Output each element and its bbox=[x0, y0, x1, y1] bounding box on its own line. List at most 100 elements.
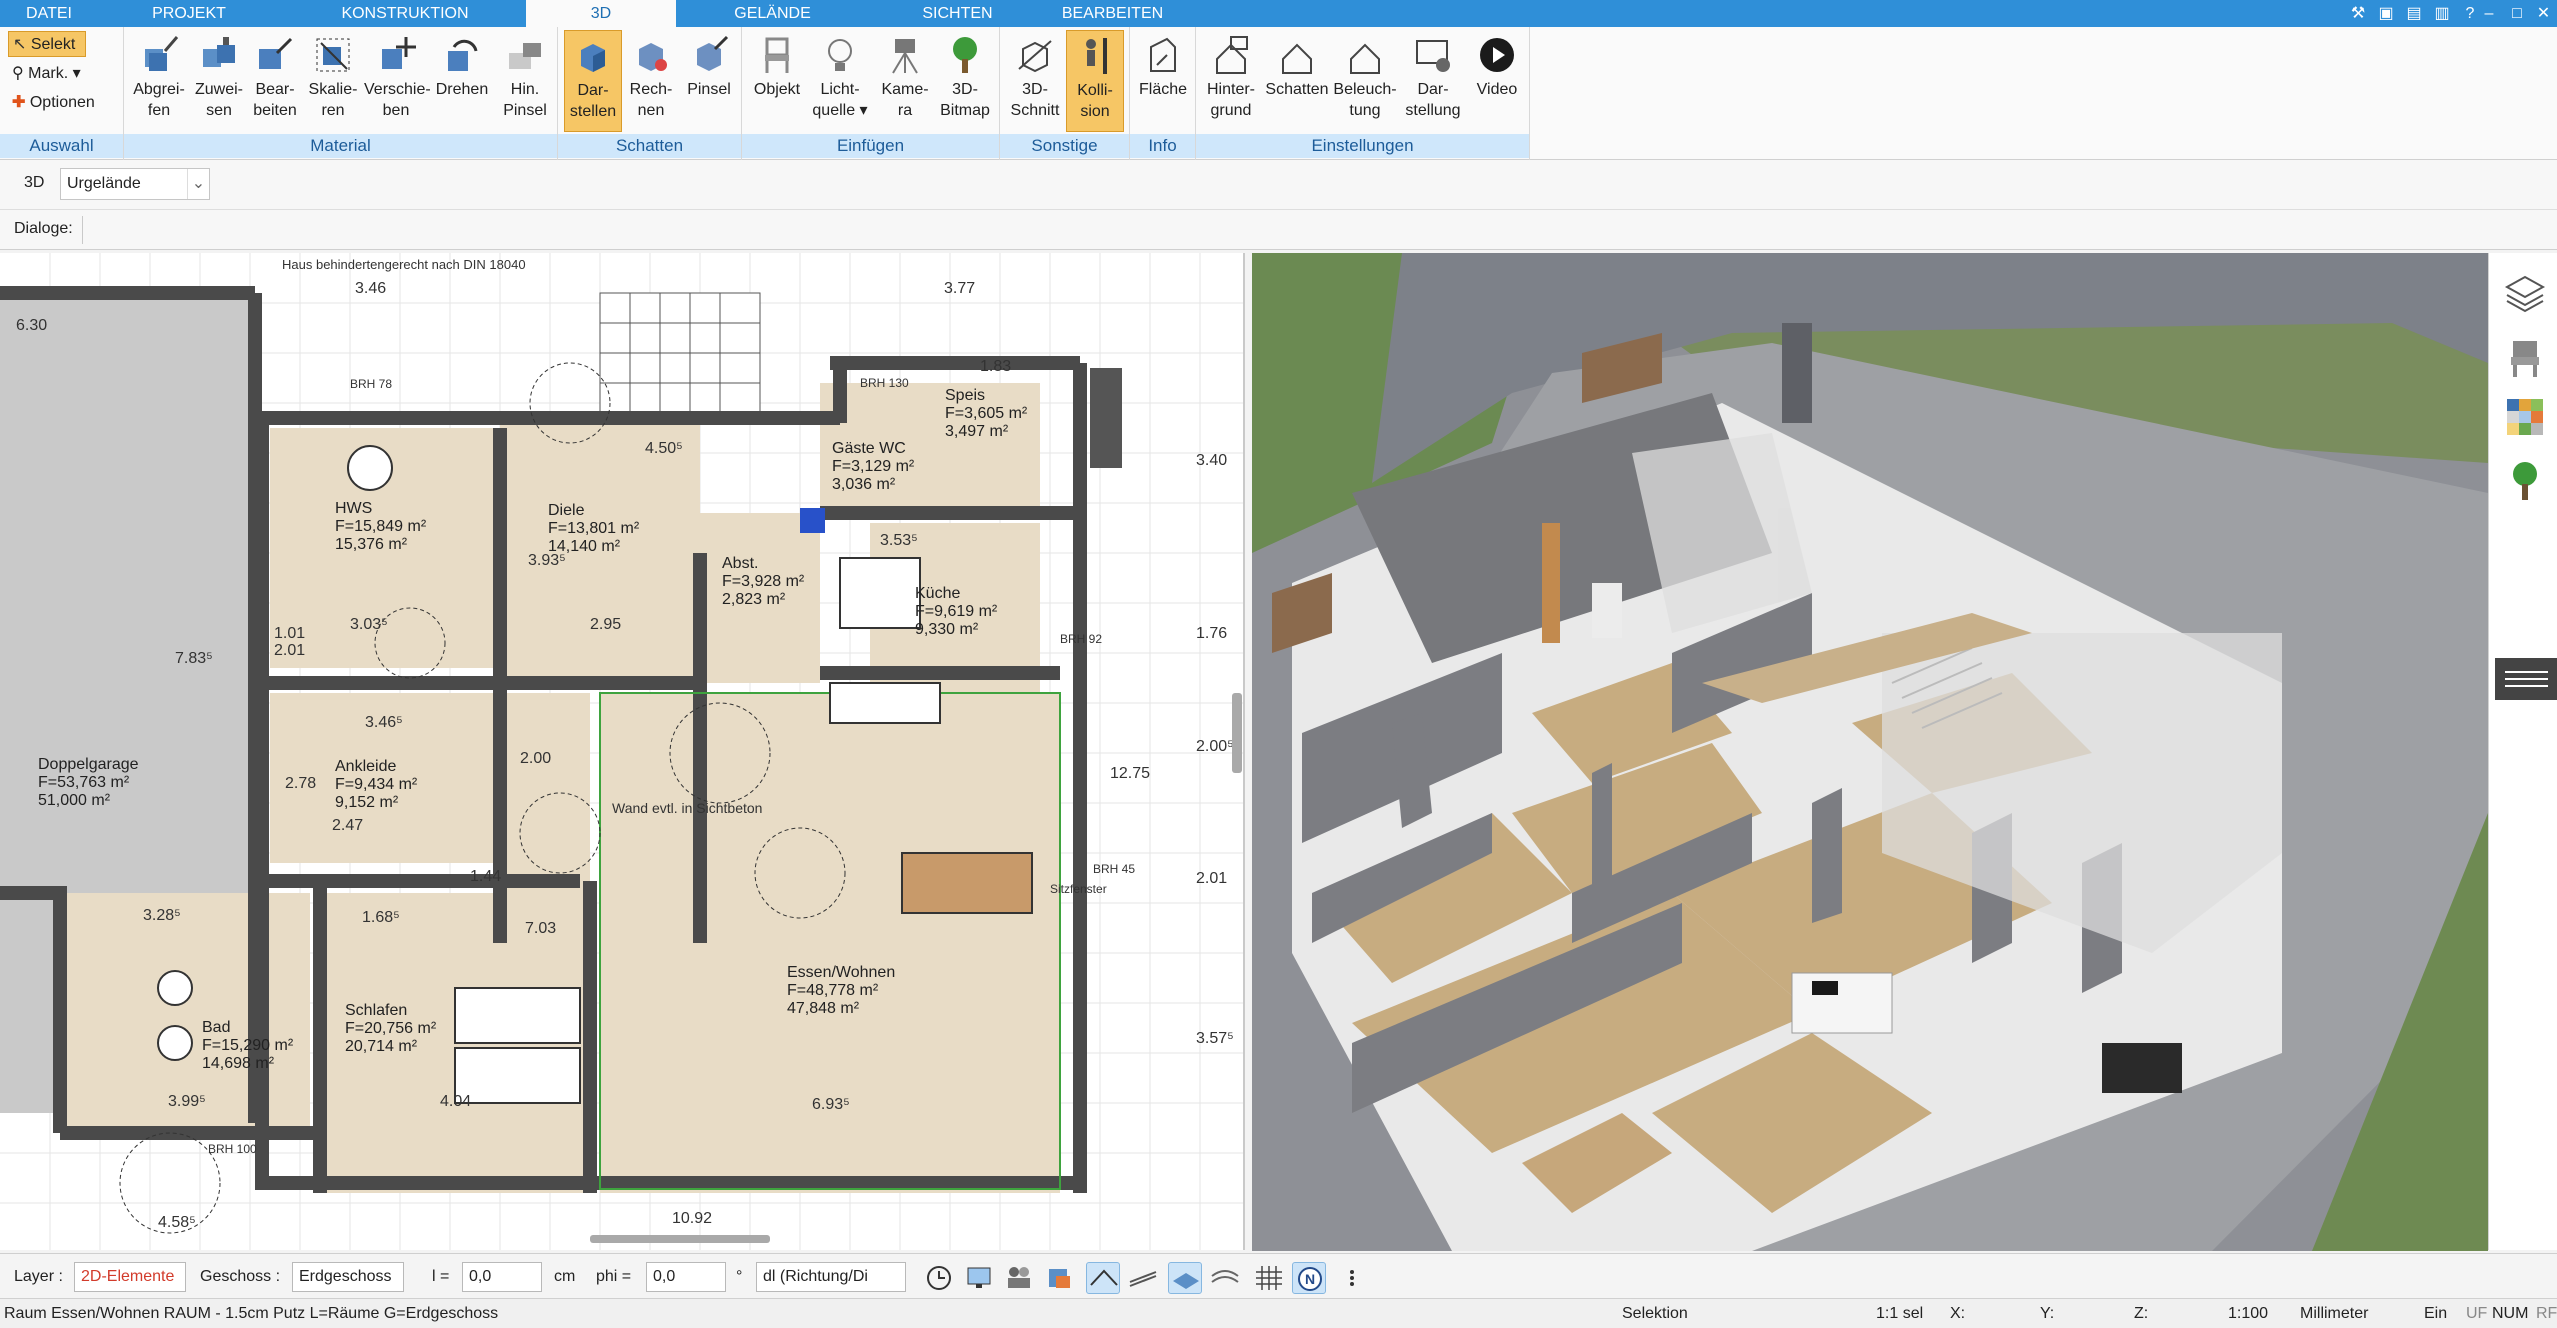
tab-konstruktion[interactable]: KONSTRUKTION bbox=[300, 0, 510, 27]
room-area: F=48,778 m² bbox=[787, 982, 879, 999]
stove bbox=[2102, 1043, 2182, 1093]
room-name: HWS bbox=[335, 500, 372, 517]
brush-button[interactable]: Hin. Pinsel bbox=[496, 30, 554, 132]
storey-select[interactable]: Erdgeschoss bbox=[292, 1262, 404, 1292]
grid-icon[interactable] bbox=[1252, 1262, 1286, 1294]
label-line2: Schnitt bbox=[1010, 102, 1060, 119]
wall-icon[interactable] bbox=[1126, 1262, 1160, 1294]
floor-plan-view[interactable]: HWS F=15,849 m² 15,376 m² Diele F=13,801… bbox=[0, 253, 1245, 1250]
status-rf: RF bbox=[2536, 1305, 2557, 1322]
dimension: 4.58⁵ bbox=[158, 1214, 196, 1231]
cursor-icon: ↖ bbox=[13, 36, 27, 53]
status-uf: UF bbox=[2466, 1305, 2488, 1322]
monitor-icon[interactable] bbox=[962, 1262, 996, 1294]
clock-icon[interactable] bbox=[922, 1262, 956, 1294]
dimension: 3.03⁵ bbox=[350, 616, 388, 633]
shadow-settings-button[interactable]: Schatten bbox=[1264, 30, 1330, 132]
material-palette-icon[interactable] bbox=[2503, 395, 2547, 439]
tree-icon[interactable] bbox=[2503, 458, 2547, 502]
storey-value: Erdgeschoss bbox=[299, 1268, 392, 1285]
options-button[interactable]: ✚ Optionen bbox=[8, 90, 118, 116]
floor-plan-drawing[interactable]: HWS F=15,849 m² 15,376 m² Diele F=13,801… bbox=[0, 253, 1245, 1250]
tools-icon[interactable]: ⚒ bbox=[2345, 0, 2371, 27]
tab-gelaende[interactable]: GELÄNDE bbox=[690, 0, 855, 27]
dimension: 7.03 bbox=[525, 920, 556, 937]
room-area-2: 14,698 m² bbox=[202, 1055, 275, 1072]
mark-icon: ⚲ bbox=[12, 65, 24, 82]
close-button[interactable]: ✕ bbox=[2530, 0, 2557, 27]
mark-button[interactable]: ⚲ Mark. ▾ bbox=[8, 61, 104, 87]
label-line1: Drehen bbox=[435, 81, 489, 98]
length-unit: cm bbox=[554, 1268, 576, 1285]
horizontal-scrollbar[interactable] bbox=[590, 1235, 770, 1243]
3d-scene[interactable] bbox=[1252, 253, 2488, 1251]
3d-view[interactable] bbox=[1252, 253, 2488, 1251]
room-area: F=3,928 m² bbox=[722, 573, 805, 590]
rotate-material-button[interactable]: Drehen bbox=[432, 30, 492, 132]
3d-bitmap-button[interactable]: 3D- Bitmap bbox=[936, 30, 994, 132]
group-sonstige: 3D- Schnitt Kolli-sion Sonstige bbox=[1000, 27, 1130, 160]
label-line1: Kame- bbox=[881, 81, 929, 98]
object-icon[interactable] bbox=[1042, 1262, 1076, 1294]
chair-icon[interactable] bbox=[2503, 335, 2547, 379]
direction-select[interactable]: dl (Richtung/Di bbox=[756, 1262, 906, 1292]
assign-material-button[interactable]: Zuwei-sen bbox=[190, 30, 248, 132]
collision-button[interactable]: Kolli-sion bbox=[1066, 30, 1124, 132]
edit-material-button[interactable]: Bear-beiten bbox=[246, 30, 304, 132]
maximize-button[interactable]: □ bbox=[2504, 0, 2530, 27]
lighting-icon bbox=[1350, 43, 1380, 74]
room-name: Diele bbox=[548, 502, 585, 519]
length-input[interactable]: 0,0 bbox=[462, 1262, 542, 1292]
3d-section-button[interactable]: 3D- Schnitt bbox=[1006, 30, 1064, 132]
video-button[interactable]: Video bbox=[1468, 30, 1526, 132]
dimension: 2.00 bbox=[520, 750, 551, 767]
dimension: 3.40 bbox=[1196, 452, 1227, 469]
cooktop bbox=[1812, 981, 1838, 995]
more-icon[interactable] bbox=[1342, 1262, 1362, 1294]
terrain-icon[interactable] bbox=[1208, 1262, 1242, 1294]
select-button[interactable]: ↖ Selekt bbox=[8, 31, 86, 57]
vertical-scrollbar[interactable] bbox=[1232, 693, 1242, 773]
kitchen-island bbox=[1791, 972, 1893, 1034]
move-material-button[interactable]: Verschie-ben bbox=[364, 30, 431, 132]
display-settings-button[interactable]: Dar-stellung bbox=[1402, 30, 1464, 132]
scale-button[interactable]: Skalie-ren bbox=[304, 30, 362, 132]
tab-projekt[interactable]: PROJEKT bbox=[104, 0, 274, 27]
label-line2: sion bbox=[1080, 103, 1110, 120]
layers-icon[interactable] bbox=[2503, 271, 2547, 315]
lighting-button[interactable]: Beleuch-tung bbox=[1332, 30, 1398, 132]
light-source-button[interactable]: Licht-quelle ▾ bbox=[808, 30, 872, 132]
floor-icon[interactable] bbox=[1168, 1262, 1202, 1294]
phi-input[interactable]: 0,0 bbox=[646, 1262, 726, 1292]
select-label: Selekt bbox=[30, 36, 76, 53]
label-line1: Rech- bbox=[629, 81, 673, 98]
group-schatten: Dar-stellen Rech-nen Pinsel Schatten bbox=[558, 27, 742, 160]
group-einfuegen: Objekt Licht-quelle ▾ Kame-ra 3D- Bitmap … bbox=[742, 27, 1000, 160]
north-icon[interactable]: N bbox=[1292, 1262, 1326, 1294]
shadow-brush-button[interactable]: Pinsel bbox=[680, 30, 738, 132]
print-icon[interactable]: ▥ bbox=[2429, 0, 2455, 27]
save-icon[interactable]: ▣ bbox=[2373, 0, 2399, 27]
shadow-calc-button[interactable]: Rech-nen bbox=[622, 30, 680, 132]
tab-datei[interactable]: DATEI bbox=[0, 0, 98, 27]
insert-object-button[interactable]: Objekt bbox=[748, 30, 806, 132]
menu-icon[interactable] bbox=[2495, 658, 2557, 700]
room-name: Schlafen bbox=[345, 1002, 407, 1019]
layer-select[interactable]: 2D-Elemente bbox=[74, 1262, 186, 1292]
open-icon[interactable]: ▤ bbox=[2401, 0, 2427, 27]
minimize-button[interactable]: – bbox=[2474, 0, 2504, 27]
shadow-display-button[interactable]: Dar-stellen bbox=[564, 30, 622, 132]
roof-icon[interactable] bbox=[1086, 1262, 1120, 1294]
background-button[interactable]: Hinter-grund bbox=[1200, 30, 1262, 132]
camera-button[interactable]: Kame-ra bbox=[876, 30, 934, 132]
area-button[interactable]: Fläche bbox=[1134, 30, 1192, 132]
section-icon bbox=[1018, 40, 1052, 73]
terrain-select-value: Urgelände bbox=[67, 175, 141, 192]
group-title-info: Info bbox=[1130, 134, 1195, 158]
terrain-select[interactable]: Urgelände ⌄ bbox=[60, 168, 210, 200]
tab-3d[interactable]: 3D bbox=[526, 0, 676, 27]
tab-sichten[interactable]: SICHTEN bbox=[880, 0, 1035, 27]
pick-material-button[interactable]: Abgrei-fen bbox=[130, 30, 188, 132]
tab-bearbeiten[interactable]: BEARBEITEN bbox=[1050, 0, 1175, 27]
people-icon[interactable] bbox=[1002, 1262, 1036, 1294]
